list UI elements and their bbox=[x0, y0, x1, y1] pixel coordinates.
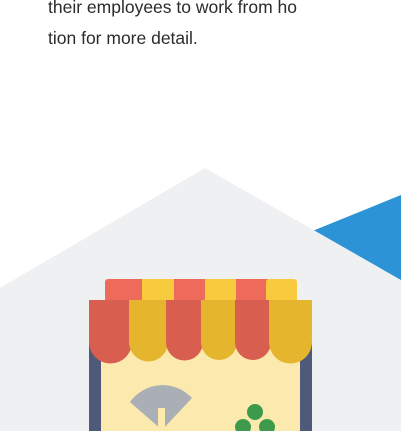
awning-flap-1 bbox=[89, 300, 132, 364]
plant-leaf-top bbox=[247, 404, 263, 420]
awning-flap-6 bbox=[269, 300, 312, 364]
storefront-icon bbox=[89, 279, 312, 431]
awning-flap-2 bbox=[129, 300, 168, 362]
awning-flap-4 bbox=[201, 300, 237, 360]
awning-flap-3 bbox=[166, 300, 203, 361]
document-page: their employees to work from ho tion for… bbox=[0, 0, 401, 431]
awning-flap-5 bbox=[235, 300, 271, 360]
store-illustration bbox=[0, 168, 401, 431]
fan-stand bbox=[158, 408, 165, 431]
